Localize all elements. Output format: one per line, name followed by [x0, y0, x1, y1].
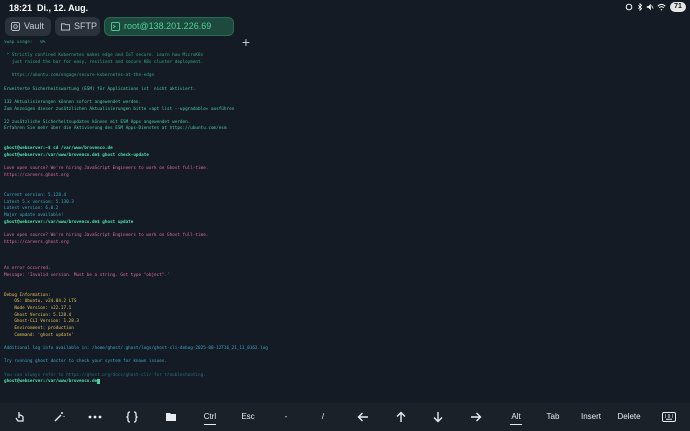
terminal-line: Try running ghost doctor to check your s… — [4, 359, 167, 365]
alarm-icon — [626, 3, 633, 11]
terminal-line: Node Version: v22.17.1 — [4, 306, 72, 311]
tab-key-label: Tab — [546, 412, 560, 421]
terminal-line: ghost@webserver:~$ cd /var/www/brovenco.… — [4, 146, 113, 152]
more-icon — [88, 415, 102, 419]
snippets-key[interactable] — [117, 407, 147, 427]
extra-keys-bar: Ctrl Esc - / Alt Tab Insert Delete — [0, 403, 690, 431]
ctrl-key-label: Ctrl — [203, 412, 217, 421]
system-status-bar: 18:21 Di., 12. Aug. 71 — [0, 0, 690, 16]
folder-icon — [166, 413, 176, 422]
terminal-output[interactable]: Swap usage: 0% * Strictly confined Kuber… — [4, 40, 686, 402]
terminal-line: Major update available! — [4, 212, 64, 218]
tab-ssh-session[interactable]: root@138.201.226.69 — [104, 17, 234, 36]
tab-key[interactable]: Tab — [538, 407, 568, 427]
terminal-line: Erweiterte Sicherheitswartung (ESM) für … — [4, 86, 196, 92]
dash-key[interactable]: - — [271, 407, 301, 427]
terminal-line: OS: Ubuntu, v24.04.2 LTS — [4, 299, 77, 305]
ctrl-key[interactable]: Ctrl — [195, 407, 225, 427]
terminal-line: ghost@webserver:/var/www/brovenco.de$ gh… — [4, 153, 149, 159]
more-key[interactable] — [80, 407, 110, 427]
terminal-line: 22 zusätzliche Sicherheitsupdates können… — [4, 119, 191, 125]
mute-icon — [646, 3, 654, 11]
terminal-line: Latest 5.x version: 5.130.3 — [4, 199, 74, 205]
terminal-line: * Strictly confined Kubernetes makes edg… — [4, 53, 204, 59]
arrow-left-icon — [357, 412, 368, 422]
arrow-up-icon — [396, 411, 406, 422]
terminal-line: Additional log info available in: /home/… — [4, 345, 268, 351]
insert-key-label: Insert — [580, 412, 601, 421]
ctrl-underline — [204, 424, 216, 425]
terminal-line: https://ubuntu.com/engage/secure-kuberne… — [4, 73, 155, 79]
insert-key[interactable]: Insert — [576, 407, 606, 427]
terminal-line: Command: 'ghost update' — [4, 332, 74, 338]
tab-bar: Vault SFTP root@138.201.226.69 + — [0, 16, 690, 50]
terminal-line: just raised the bar for easy, resilient … — [4, 59, 204, 65]
alt-key-label: Alt — [511, 412, 521, 421]
status-icons — [625, 2, 666, 13]
dash-key-label: - — [284, 412, 288, 421]
arrow-left-key[interactable] — [348, 407, 378, 427]
arrow-down-key[interactable] — [423, 407, 453, 427]
terminal-icon — [111, 22, 120, 31]
snippets-icon — [126, 411, 138, 423]
esc-key[interactable]: Esc — [233, 407, 263, 427]
touch-icon — [15, 411, 24, 422]
arrow-up-key[interactable] — [386, 407, 416, 427]
slash-key[interactable]: / — [308, 407, 338, 427]
terminal-line: You can always refer to https://ghost.or… — [4, 372, 206, 378]
magic-wand-icon — [54, 411, 65, 422]
terminal-line: Erfahren Sie mehr über die Aktivierung d… — [4, 126, 227, 132]
delete-key-label: Delete — [617, 412, 641, 421]
terminal-line: Current version: 5.128.4 — [4, 192, 67, 198]
terminal-line: An error occurred. — [4, 266, 51, 272]
terminal-line: ghost@webserver:/var/www/brovenco.de$ gh… — [4, 219, 134, 225]
terminal-cursor — [97, 379, 100, 385]
tab-label: Vault — [24, 21, 44, 31]
terminal-line: Ghost Version: 5.128.4 — [4, 312, 72, 318]
tab-label: SFTP — [74, 21, 98, 31]
tab-label: root@138.201.226.69 — [124, 21, 212, 31]
alt-underline — [510, 424, 522, 425]
terminal-line: ghost@webserver:/var/www/brovenco.de$ — [4, 379, 103, 385]
terminal-line: Message: 'Invalid version. Must be a str… — [4, 272, 170, 278]
keyboard-toggle-key[interactable] — [654, 407, 684, 427]
delete-key[interactable]: Delete — [614, 407, 644, 427]
terminal-line: https://careers.ghost.org — [4, 239, 69, 245]
esc-key-label: Esc — [241, 412, 255, 421]
terminal-line: Latest version: 6.0.2 — [4, 206, 59, 212]
files-key[interactable] — [156, 407, 186, 427]
tab-sftp[interactable]: SFTP — [55, 17, 100, 36]
date: Di., 12. Aug. — [37, 3, 89, 13]
tab-vault[interactable]: Vault — [5, 17, 51, 36]
vault-icon — [11, 22, 20, 31]
clock: 18:21 — [9, 3, 33, 13]
folder-icon — [61, 23, 70, 31]
arrow-right-key[interactable] — [461, 407, 491, 427]
terminal-line: Zum Anzeigen dieser zusätzlichen Aktuali… — [4, 106, 235, 112]
battery-indicator: 71 — [670, 2, 686, 12]
wifi-icon — [657, 3, 666, 11]
terminal-line: Love open source? We're hiring JavaScrip… — [4, 232, 209, 238]
bluetooth-icon — [637, 2, 642, 12]
magic-wand-key[interactable] — [44, 407, 74, 427]
slash-key-label: / — [321, 412, 325, 421]
keyboard-icon — [662, 411, 676, 422]
alt-key[interactable]: Alt — [501, 407, 531, 427]
arrow-right-icon — [471, 412, 482, 422]
terminal-line: 132 Aktualisierungen können sofort angew… — [4, 99, 142, 105]
terminal-line: Environment: production — [4, 325, 74, 331]
touch-key[interactable] — [5, 407, 35, 427]
terminal-line: Swap usage: 0% — [4, 40, 46, 45]
terminal-line: Debug Information: — [4, 292, 51, 298]
arrow-down-icon — [433, 411, 443, 423]
terminal-line: Ghost-CLI Version: 1.28.3 — [4, 319, 80, 325]
terminal-line: Love open source? We're hiring JavaScrip… — [4, 166, 209, 172]
terminal-line: https://careers.ghost.org — [4, 173, 69, 178]
